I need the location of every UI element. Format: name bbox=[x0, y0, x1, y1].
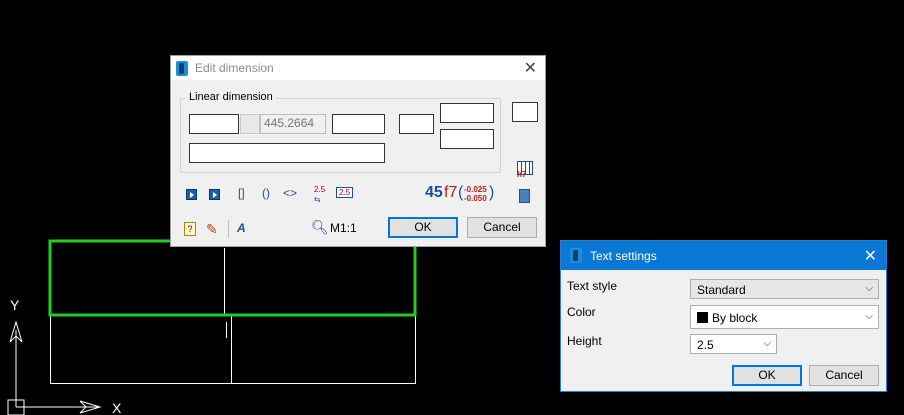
titlebar[interactable]: Edit dimension ✕ bbox=[171, 56, 545, 80]
group-label: Linear dimension bbox=[186, 91, 276, 103]
close-icon[interactable]: ✕ bbox=[864, 246, 877, 266]
ok-button[interactable]: OK bbox=[388, 217, 458, 238]
text-style-label: Text style bbox=[567, 279, 618, 293]
swap-arrows-icon: ⇆ bbox=[314, 195, 321, 204]
symbol-picker-button[interactable] bbox=[240, 114, 260, 134]
dialog-title: Edit dimension bbox=[195, 61, 274, 75]
color-value: By block bbox=[712, 311, 758, 325]
color-label: Color bbox=[567, 305, 596, 319]
calculator-icon[interactable] bbox=[519, 189, 530, 203]
square-brackets-button[interactable]: [] bbox=[238, 186, 245, 200]
cancel-button[interactable]: Cancel bbox=[809, 365, 879, 386]
text-settings-dialog: Text settings ✕ Text style Standard ⌵ Co… bbox=[560, 240, 887, 392]
lower-text-input[interactable] bbox=[189, 143, 385, 163]
titlebar[interactable]: Text settings ✕ bbox=[561, 241, 886, 270]
angle-brackets-button[interactable]: <> bbox=[283, 186, 297, 200]
color-select[interactable]: By block ⌵ bbox=[690, 305, 879, 329]
tolerance-upper: -0.025 bbox=[464, 185, 487, 194]
ok-button[interactable]: OK bbox=[732, 365, 802, 386]
cancel-button[interactable]: Cancel bbox=[467, 217, 537, 238]
insert-after-icon[interactable] bbox=[209, 189, 220, 200]
swap-value-button[interactable]: 2.5 bbox=[314, 185, 325, 194]
tolerance-close-paren: ) bbox=[489, 184, 495, 201]
scale-label: M1:1 bbox=[330, 221, 357, 235]
fit-table-label: h7 bbox=[517, 170, 527, 179]
dialog-title: Text settings bbox=[590, 249, 657, 263]
app-icon bbox=[176, 61, 188, 76]
zoom-icon[interactable]: 🔍︎ bbox=[311, 219, 329, 236]
round-brackets-button[interactable]: () bbox=[262, 186, 270, 200]
selected-rectangle[interactable] bbox=[48, 239, 417, 317]
help-icon[interactable]: ? bbox=[184, 222, 196, 236]
brush-icon[interactable]: ✎ bbox=[206, 221, 218, 238]
insert-before-icon[interactable] bbox=[186, 189, 197, 200]
height-value: 2.5 bbox=[697, 338, 714, 352]
fit-input[interactable] bbox=[399, 114, 434, 134]
lower-rectangle bbox=[50, 315, 416, 384]
height-label: Height bbox=[567, 334, 602, 348]
axis-x-label: X bbox=[112, 400, 122, 415]
chevron-down-icon: ⌵ bbox=[865, 311, 873, 322]
extra-input[interactable] bbox=[512, 102, 538, 122]
close-icon[interactable]: ✕ bbox=[524, 58, 537, 78]
upper-deviation-input[interactable] bbox=[440, 103, 494, 123]
tolerance-open-paren: ( bbox=[458, 184, 464, 201]
ucs-axis-icon bbox=[7, 320, 102, 415]
boxed-value-button[interactable]: 2.5 bbox=[336, 187, 354, 198]
color-swatch bbox=[697, 312, 708, 323]
suffix-text-input[interactable] bbox=[332, 114, 385, 134]
edit-dimension-dialog: Edit dimension ✕ Linear dimension 445.26… bbox=[170, 55, 546, 247]
chevron-down-icon: ⌵ bbox=[763, 338, 771, 349]
tolerance-lower: -0.050 bbox=[464, 194, 487, 203]
measured-value-field[interactable]: 445.2664 bbox=[260, 114, 326, 134]
height-combobox[interactable]: 2.5 ⌵ bbox=[690, 334, 777, 354]
prefix-text-input[interactable] bbox=[189, 114, 239, 134]
text-style-value: Standard bbox=[697, 283, 746, 297]
text-style-icon[interactable]: A bbox=[237, 221, 246, 235]
chevron-down-icon: ⌵ bbox=[865, 283, 873, 294]
app-icon bbox=[570, 248, 582, 263]
toolbar-separator bbox=[228, 220, 229, 238]
tolerance-nominal: 45 bbox=[425, 184, 443, 201]
tolerance-fit: f7 bbox=[444, 184, 458, 201]
axis-y-label: Y bbox=[10, 297, 20, 313]
lower-deviation-input[interactable] bbox=[440, 129, 494, 149]
text-style-select[interactable]: Standard ⌵ bbox=[690, 279, 879, 299]
